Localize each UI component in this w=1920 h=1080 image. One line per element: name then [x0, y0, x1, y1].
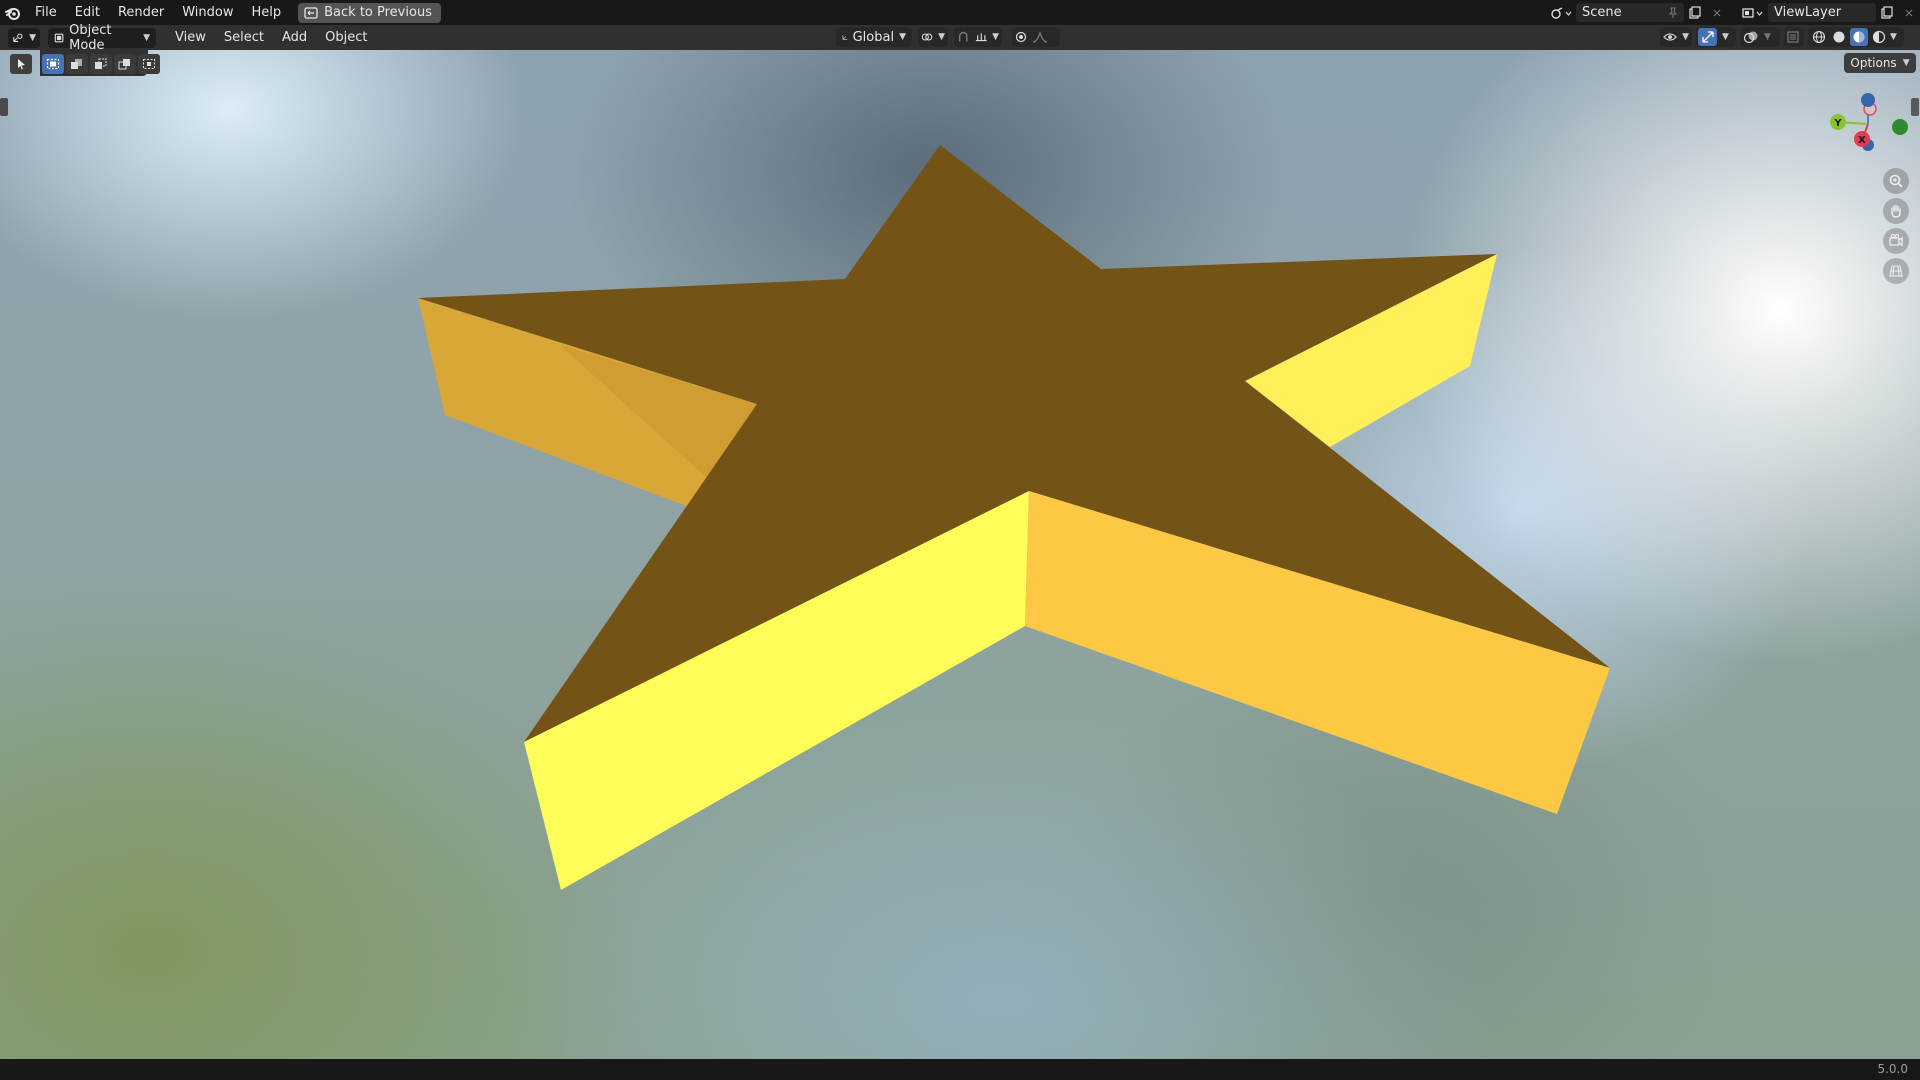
- transform-orientation-dropdown[interactable]: Global ▼: [836, 27, 912, 47]
- topbar-right: Scene ViewLayer: [1546, 0, 1920, 25]
- menu-edit[interactable]: Edit: [66, 0, 109, 25]
- solid-shading-icon[interactable]: [1830, 28, 1848, 46]
- new-view-layer-icon[interactable]: [1876, 3, 1898, 22]
- chevron-down-icon: ▼: [1902, 58, 1910, 68]
- options-dropdown[interactable]: Options ▼: [1844, 53, 1916, 73]
- 3d-viewport-icon: [13, 33, 23, 42]
- proportional-editing-controls[interactable]: [1012, 27, 1060, 47]
- snap-icon: [958, 31, 968, 42]
- hand-pan-icon[interactable]: [1883, 198, 1909, 224]
- chevron-down-icon: ▼: [899, 32, 906, 42]
- select-box-intersect-icon[interactable]: [138, 54, 160, 74]
- pivot-point-dropdown[interactable]: ▼: [918, 27, 948, 47]
- scene-browse-icon[interactable]: [1546, 3, 1576, 22]
- delete-scene-icon[interactable]: [1706, 3, 1728, 22]
- tool-row: [10, 52, 160, 76]
- chevron-down-icon: ▼: [938, 32, 945, 42]
- back-to-previous-button[interactable]: Back to Previous: [298, 2, 441, 23]
- camera-view-icon[interactable]: [1883, 228, 1909, 254]
- chevron-down-icon: ▼: [1682, 32, 1689, 42]
- rendered-shading-icon[interactable]: [1870, 28, 1888, 46]
- chevron-down-icon[interactable]: ▼: [1890, 32, 1897, 42]
- snap-increment-icon: [975, 33, 987, 42]
- shading-modes[interactable]: ▼: [1808, 27, 1904, 47]
- gizmo-icon[interactable]: [1698, 28, 1717, 46]
- chevron-down-icon: ▼: [29, 32, 36, 43]
- select-box-extend-icon[interactable]: [66, 54, 88, 74]
- perspective-toggle-icon[interactable]: [1883, 258, 1909, 284]
- blender-logo-icon[interactable]: [0, 0, 26, 25]
- menu-add[interactable]: Add: [273, 25, 316, 50]
- wireframe-shading-icon[interactable]: [1810, 28, 1828, 46]
- pin-icon[interactable]: [1668, 7, 1678, 19]
- gizmo-x-label: X: [1858, 135, 1866, 146]
- select-box-new-icon[interactable]: [42, 54, 64, 74]
- scene-name: Scene: [1582, 5, 1622, 20]
- back-icon: [304, 6, 318, 19]
- overlays-icon: [1743, 31, 1758, 44]
- menu-view[interactable]: View: [166, 25, 215, 50]
- transform-orientation-label: Global: [852, 29, 895, 45]
- chevron-down-icon[interactable]: ▼: [1722, 32, 1729, 42]
- zoom-icon[interactable]: [1883, 168, 1909, 194]
- view-layer-browse-icon[interactable]: [1738, 3, 1768, 22]
- pivot-icon: [921, 33, 933, 41]
- menu-help[interactable]: Help: [243, 0, 291, 25]
- toolbar-toggle-tab[interactable]: [0, 98, 8, 116]
- xray-toggle[interactable]: [1784, 27, 1804, 47]
- gizmo-z-axis[interactable]: [1861, 93, 1875, 107]
- chevron-down-icon: ▼: [992, 32, 999, 42]
- menu-object[interactable]: Object: [316, 25, 376, 50]
- 3d-viewport[interactable]: Y X: [0, 50, 1920, 1059]
- gizmo-negative-y-axis[interactable]: [1892, 119, 1908, 135]
- eye-icon: [1663, 33, 1677, 41]
- snap-controls[interactable]: ▼: [954, 27, 1002, 47]
- editor-type-button[interactable]: ▼: [8, 27, 40, 48]
- visibility-dropdown[interactable]: ▼: [1660, 27, 1692, 47]
- select-box-subtract-icon[interactable]: [90, 54, 112, 74]
- scene-name-field[interactable]: Scene: [1576, 3, 1684, 22]
- menu-select[interactable]: Select: [215, 25, 273, 50]
- view-layer-name-field[interactable]: ViewLayer: [1768, 3, 1876, 22]
- chevron-down-icon: ▼: [143, 32, 150, 43]
- select-tool-icon[interactable]: [10, 54, 32, 74]
- options-label: Options: [1850, 56, 1897, 70]
- back-to-previous-label: Back to Previous: [324, 5, 432, 20]
- object-mode-icon: [54, 33, 64, 42]
- proportional-edit-icon: [1015, 31, 1027, 43]
- view-layer-name: ViewLayer: [1774, 5, 1842, 20]
- menu-window[interactable]: Window: [173, 0, 242, 25]
- orientation-icon: [842, 35, 848, 40]
- delete-view-layer-icon[interactable]: [1898, 3, 1920, 22]
- chevron-down-icon: ▼: [1764, 32, 1771, 42]
- select-box-invert-icon[interactable]: [114, 54, 136, 74]
- version-label: 5.0.0: [1877, 1062, 1908, 1076]
- star-object[interactable]: [0, 50, 1920, 1059]
- viewport-header: ▼ Object Mode ▼ View Select Add Object G…: [0, 23, 1920, 53]
- header-right-controls: ▼ ▼ ▼ ▼: [1660, 27, 1904, 47]
- overlays-toggle[interactable]: ▼: [1740, 27, 1780, 47]
- falloff-icon: [1032, 31, 1048, 43]
- navigation-gizmo[interactable]: Y X: [1822, 86, 1914, 166]
- status-bar: 5.0.0: [0, 1059, 1920, 1080]
- xray-icon: [1787, 31, 1799, 43]
- new-scene-icon[interactable]: [1684, 3, 1706, 22]
- gizmo-y-label: Y: [1833, 118, 1842, 129]
- header-center-controls: Global ▼ ▼ ▼: [836, 27, 1060, 47]
- top-bar: File Edit Render Window Help Back to Pre…: [0, 0, 1920, 25]
- mode-label: Object Mode: [69, 22, 112, 53]
- mode-dropdown[interactable]: Object Mode ▼: [48, 23, 156, 53]
- material-preview-shading-icon[interactable]: [1850, 28, 1868, 46]
- menu-file[interactable]: File: [26, 0, 66, 25]
- gizmo-toggle[interactable]: ▼: [1696, 27, 1736, 47]
- menu-render[interactable]: Render: [109, 0, 173, 25]
